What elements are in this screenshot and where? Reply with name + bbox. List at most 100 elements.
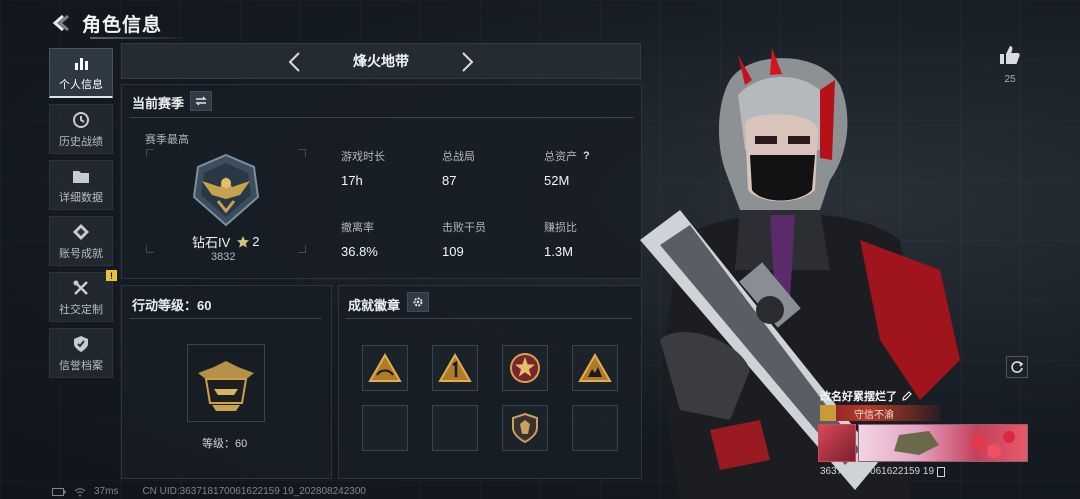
achievement-badge-slot[interactable] xyxy=(432,345,478,391)
stat-value: 87 xyxy=(442,173,457,188)
title-emblem-icon xyxy=(820,405,836,421)
ping-value: 37ms xyxy=(94,486,119,497)
edit-icon[interactable] xyxy=(901,390,913,402)
level-label: 等级：60 xyxy=(202,438,248,450)
stat-value: 52M xyxy=(544,173,570,188)
action-level-divider xyxy=(130,318,322,319)
stat-label: 击败干员 xyxy=(442,222,486,234)
level-emblem-icon xyxy=(198,361,254,411)
stat-total-assets: 总资产 ? 52M xyxy=(544,148,590,188)
refresh-icon xyxy=(1011,361,1024,373)
refresh-button[interactable] xyxy=(1006,356,1028,378)
rank-stars: 2 xyxy=(252,234,260,249)
season-best-label: 赛季最高 xyxy=(145,134,189,146)
map-name: 烽火地带 xyxy=(353,53,409,69)
rank-tier: 钻石IV xyxy=(192,235,231,250)
rank-emblem-icon xyxy=(192,153,260,227)
star-icon xyxy=(237,235,250,248)
season-switch-button[interactable] xyxy=(190,91,212,111)
wifi-icon xyxy=(74,487,86,496)
achievement-badges-title: 成就徽章 xyxy=(348,298,401,313)
bar-chart-icon xyxy=(71,53,91,73)
stat-operators-defeated: 击败干员 109 xyxy=(442,219,486,259)
sidebar-item-label: 详细数据 xyxy=(59,191,103,204)
battery-icon xyxy=(52,487,66,496)
map-selector: 烽火地带 xyxy=(121,43,641,79)
triangle-badge-icon xyxy=(368,353,402,382)
profile-banner[interactable] xyxy=(858,424,1028,462)
achievement-badge-slot-empty[interactable] xyxy=(362,405,408,451)
season-divider xyxy=(130,117,634,118)
notification-badge: ! xyxy=(106,270,117,281)
banner-art xyxy=(894,431,1015,458)
back-button[interactable] xyxy=(48,11,72,35)
action-level-title: 行动等级：60 xyxy=(132,298,212,313)
sidebar: 个人信息 历史战绩 详细数据 账号成就 ! 社交定制 信誉档案 xyxy=(49,48,117,384)
sidebar-item-label: 个人信息 xyxy=(59,79,103,91)
title-tag-text: 守信不渝 xyxy=(854,409,894,421)
stat-label: 赚损比 xyxy=(544,222,577,234)
stat-label: 撤离率 xyxy=(341,222,374,234)
frame-corner xyxy=(146,149,154,157)
achievement-badge-slot-empty[interactable] xyxy=(432,405,478,451)
achievement-badge-slot-empty[interactable] xyxy=(572,405,618,451)
shield-icon xyxy=(71,334,91,354)
sidebar-item-label: 社交定制 xyxy=(59,303,103,316)
footer-uid: CN UID:363718170061622159 19_20280824230… xyxy=(142,486,366,497)
rank-points: 3832 xyxy=(211,251,236,263)
sidebar-item-match-history[interactable]: 历史战绩 xyxy=(49,104,113,154)
folder-icon xyxy=(71,166,91,186)
copy-icon[interactable] xyxy=(937,466,946,477)
thumbs-up-icon xyxy=(1000,46,1020,64)
frame-corner xyxy=(298,149,306,157)
stat-value: 1.3M xyxy=(544,244,573,259)
badge-settings-button[interactable] xyxy=(407,292,429,312)
achievement-badge-slot[interactable] xyxy=(362,345,408,391)
frame-corner xyxy=(146,245,154,253)
sidebar-item-personal-info[interactable]: 个人信息 xyxy=(49,48,113,98)
sidebar-item-credit-record[interactable]: 信誉档案 xyxy=(49,328,113,378)
triangle-crest-badge-icon xyxy=(578,353,612,382)
stat-play-time: 游戏时长 17h xyxy=(341,148,385,188)
footer-status: 37ms CN UID:363718170061622159 19_202808… xyxy=(52,486,366,497)
achievement-badge-slot[interactable] xyxy=(502,345,548,391)
previous-map-button[interactable] xyxy=(285,51,305,73)
stat-label: 总资产 xyxy=(544,151,577,163)
stat-value: 17h xyxy=(341,173,363,188)
frame-corner xyxy=(298,245,306,253)
stat-total-matches: 总战局 87 xyxy=(442,148,475,188)
swap-icon xyxy=(195,96,207,106)
achievement-badge-slot[interactable] xyxy=(572,345,618,391)
triangle-number-badge-icon xyxy=(438,353,472,382)
sidebar-item-label: 历史战绩 xyxy=(59,135,103,148)
back-arrow-icon xyxy=(52,14,69,32)
header-divider xyxy=(90,37,190,39)
next-map-button[interactable] xyxy=(457,51,477,73)
sidebar-item-label: 账号成就 xyxy=(59,247,103,260)
history-icon xyxy=(71,110,91,130)
achievement-badge-slot[interactable] xyxy=(502,405,548,451)
player-nickname-row: 改名好累摆烂了 xyxy=(820,388,913,404)
sidebar-item-label: 信誉档案 xyxy=(59,359,103,372)
title-tag[interactable]: 守信不渝 xyxy=(820,405,940,421)
tools-icon xyxy=(71,278,91,298)
player-uid-row: 363718170061622159 19 xyxy=(820,466,946,477)
stat-profit-loss-ratio: 赚损比 1.3M xyxy=(544,219,577,259)
gear-icon xyxy=(413,297,423,307)
round-star-badge-icon xyxy=(510,353,540,383)
stat-extraction-rate: 撤离率 36.8% xyxy=(341,219,378,259)
sidebar-item-detailed-data[interactable]: 详细数据 xyxy=(49,160,113,210)
like-count: 25 xyxy=(1004,74,1016,85)
like-button[interactable]: 25 xyxy=(998,45,1022,85)
help-icon[interactable]: ? xyxy=(583,150,590,162)
stat-value: 36.8% xyxy=(341,244,378,259)
stat-value: 109 xyxy=(442,244,464,259)
player-uid: 363718170061622159 19 xyxy=(820,466,935,477)
header: 角色信息 xyxy=(48,8,162,38)
avatar[interactable] xyxy=(818,424,856,462)
stat-label-row: 总资产 ? xyxy=(544,148,590,164)
sidebar-item-social-customization[interactable]: ! 社交定制 xyxy=(49,270,117,322)
player-nickname: 改名好累摆烂了 xyxy=(820,391,897,403)
sidebar-item-account-achievements[interactable]: 账号成就 xyxy=(49,216,113,266)
achievement-icon xyxy=(71,222,91,242)
